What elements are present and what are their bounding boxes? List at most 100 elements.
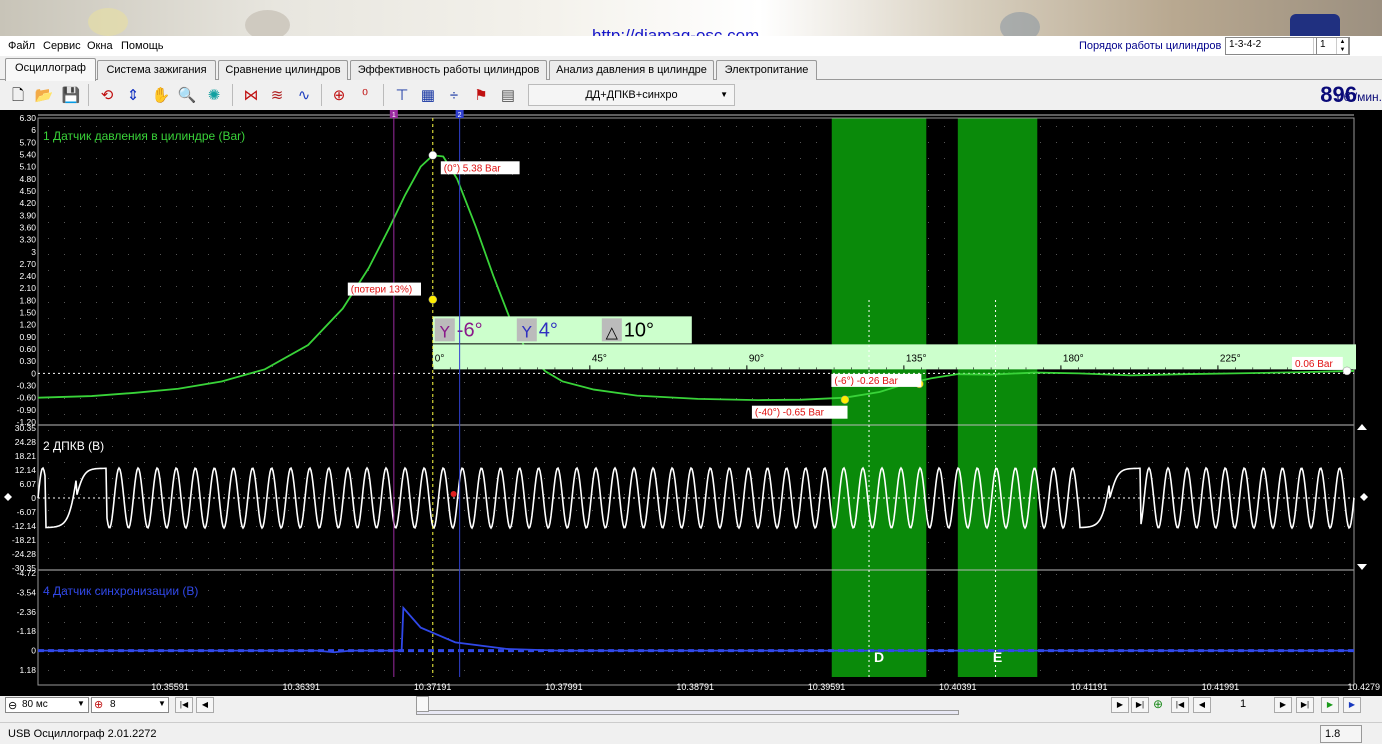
angle-tick-label: 135° — [906, 353, 927, 364]
waves-spectrum-icon[interactable]: ∿ — [293, 84, 315, 106]
plus-circle-icon[interactable]: ⊕ — [94, 698, 103, 711]
chevron-down-icon[interactable]: ▼ — [77, 699, 85, 708]
x-tick-label: 10.35591 — [151, 682, 189, 692]
play-forward-button[interactable]: ▶ — [1343, 697, 1361, 713]
next-frame-button[interactable]: ▶ — [1111, 697, 1129, 713]
next-page-button[interactable]: ▶ — [1274, 697, 1292, 713]
tab-cylinder-efficiency[interactable]: Эффективность работы цилиндров — [350, 60, 547, 80]
y-tick-label: -1.18 — [17, 626, 37, 636]
y-tick-label: -3.54 — [17, 587, 37, 597]
cursor-handle-label: 1 — [392, 112, 396, 119]
save-icon[interactable]: 💾 — [60, 84, 82, 106]
channel-title: 1 Датчик давления в цилиндре (Bar) — [43, 129, 245, 143]
menu-bar: Файл Сервис Окна Помощь Порядок работы ц… — [0, 36, 1382, 56]
zero-icon[interactable]: ⁰ — [354, 84, 376, 106]
loop-icon[interactable]: ⟲ — [96, 84, 118, 106]
value-marker — [428, 295, 438, 304]
value-marker — [428, 151, 438, 160]
angle-tick-label: 90° — [749, 353, 764, 364]
waves-icon[interactable]: ≋ — [266, 84, 288, 106]
y-tick-label: 2.40 — [19, 271, 36, 281]
y-tick-label: 4.80 — [19, 174, 36, 184]
waveform-filter-icon[interactable]: ⋈ — [240, 84, 262, 106]
tab-label: Анализ давления в цилиндре — [556, 64, 707, 76]
open-folder-icon[interactable]: 📂 — [33, 84, 55, 106]
report-icon[interactable]: ▤ — [497, 84, 519, 106]
desktop-background-strip: http://diamag-osc.com — [0, 0, 1382, 36]
angle-tick-label: 180° — [1063, 353, 1084, 364]
y-tick-label: -0.30 — [17, 381, 37, 391]
channel-marker-right — [1360, 493, 1368, 501]
y-tick-label: 4.50 — [19, 186, 36, 196]
cylinder-order-label: Порядок работы цилиндров — [1079, 40, 1222, 52]
scale-icon[interactable]: ⇕ — [122, 84, 144, 106]
y-tick-label: 5.10 — [19, 162, 36, 172]
tab-ignition[interactable]: Система зажигания — [97, 60, 216, 80]
y-tick-label: -0.90 — [17, 405, 37, 415]
oscilloscope-chart[interactable]: DE 6.3065.705.405.104.804.504.203.903.60… — [0, 110, 1382, 696]
tab-cylinder-compare[interactable]: Сравнение цилиндров — [218, 60, 348, 80]
spin-arrows-icon[interactable]: ▲ ▼ — [1336, 38, 1348, 54]
split-icon[interactable]: ÷ — [443, 84, 465, 106]
signal-mode-value: ДД+ДПКВ+синхро — [585, 89, 678, 101]
menu-file[interactable]: Файл — [8, 40, 35, 52]
channel-marker-left — [4, 493, 12, 501]
cylinder-order-select[interactable]: 1-3-4-2 ▼ 1 ▲▼ — [1225, 37, 1350, 55]
prev-page-button[interactable]: ◀ — [1193, 697, 1211, 713]
x-tick-label: 10.39591 — [808, 682, 846, 692]
website-url[interactable]: http://diamag-osc.com — [592, 26, 759, 36]
bottom-controls: 80 мс ⊖ ▼ 8 ⊕ ▼ |◀ ◀ ▶ ▶| ⊕ |◀ ◀ 1 ▶ ▶| … — [0, 696, 1382, 715]
channel-title: 4 Датчик синхронизации (В) — [43, 584, 198, 598]
chevron-down-icon[interactable]: ▼ — [720, 85, 728, 105]
y-tick-label: -12.14 — [12, 521, 36, 531]
tab-label: Сравнение цилиндров — [225, 64, 341, 76]
zone-e — [957, 118, 1038, 677]
chevron-down-icon[interactable]: ▼ — [158, 699, 166, 708]
last-page-button[interactable]: ▶| — [1296, 697, 1314, 713]
x-tick-label: 10.36391 — [283, 682, 321, 692]
y-tick-label: 0 — [31, 493, 36, 503]
y-tick-label: 5.40 — [19, 149, 36, 159]
prev-button[interactable]: ◀ — [196, 697, 214, 713]
menu-help[interactable]: Помощь — [121, 40, 164, 52]
add-icon[interactable]: ⊕ — [1153, 697, 1163, 711]
rpm-unit: об./мин. — [1336, 90, 1382, 104]
scroll-thumb[interactable] — [416, 696, 429, 712]
tab-oscilloscope[interactable]: Осциллограф — [5, 58, 96, 81]
y-tick-label: 3.30 — [19, 235, 36, 245]
menu-service[interactable]: Сервис — [43, 40, 81, 52]
toolbar: 🗋 📂 💾 ⟲ ⇕ ✋ 🔍 ✺ ⋈ ≋ ∿ ⊕ ⁰ ⊤ ▦ ÷ ⚑ ▤ ДД+Д… — [0, 81, 1382, 109]
tab-power-supply[interactable]: Электропитание — [716, 60, 817, 80]
y-tick-label: 12.14 — [15, 465, 37, 475]
minus-circle-icon[interactable]: ⊖ — [8, 699, 17, 712]
hand-pan-icon[interactable]: ✋ — [150, 84, 172, 106]
tab-pressure-analysis[interactable]: Анализ давления в цилиндре — [549, 60, 714, 80]
grid-dots — [38, 118, 1354, 685]
x-tick-label: 10.41191 — [1071, 682, 1108, 692]
value-marker — [840, 395, 850, 404]
play-button[interactable]: ▶ — [1321, 697, 1339, 713]
end-frame-button[interactable]: ▶| — [1131, 697, 1149, 713]
cursor-filter-icon[interactable]: ⊤ — [391, 84, 413, 106]
scroll-track[interactable] — [416, 710, 959, 715]
first-button[interactable]: |◀ — [175, 697, 193, 713]
menu-windows[interactable]: Окна — [87, 40, 113, 52]
cursor-readout-value: 10° — [624, 319, 654, 341]
y-tick-label: 0.30 — [19, 356, 36, 366]
signal-mode-select[interactable]: ДД+ДПКВ+синхро ▼ — [528, 84, 735, 106]
y-tick-label: 3 — [31, 247, 36, 257]
channel-title: 2 ДПКВ (В) — [43, 439, 104, 453]
table-icon[interactable]: ▦ — [417, 84, 439, 106]
app-window: { "website_url": "http://diamag-osc.com"… — [0, 0, 1382, 744]
new-file-icon[interactable]: 🗋 — [7, 84, 29, 106]
angle-tick-label: 45° — [592, 353, 607, 364]
oscilloscope-area[interactable]: DE 6.30 6 5.70 5.40 5.10 4.80 4.50 4.20 3.90 3.60… — [0, 110, 1382, 696]
cylinder-number-spinner[interactable]: 1 ▲ ▼ — [1316, 37, 1349, 55]
first-page-button[interactable]: |◀ — [1171, 697, 1189, 713]
auto-icon[interactable]: ⊕ — [328, 84, 350, 106]
trigger-marker — [450, 491, 457, 497]
x-tick-label: 10.41991 — [1202, 682, 1240, 692]
zoom-icon[interactable]: 🔍 — [176, 84, 198, 106]
marker-flag-icon[interactable]: ⚑ — [470, 84, 492, 106]
fan-icon[interactable]: ✺ — [203, 84, 225, 106]
